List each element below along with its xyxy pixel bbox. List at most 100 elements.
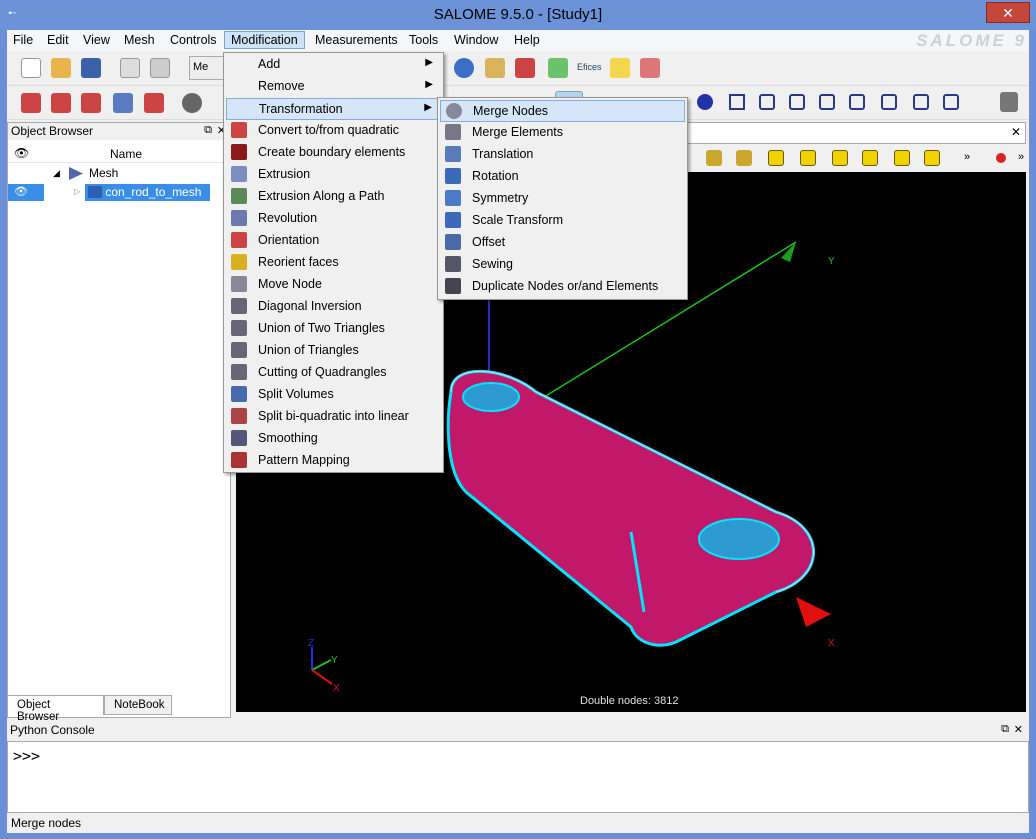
hexahedron-icon[interactable] [881, 94, 897, 110]
duplicate-nodes-icon [445, 278, 461, 294]
mesh-tool-icon[interactable] [515, 58, 535, 78]
menu-tools[interactable]: Tools [403, 32, 444, 50]
toolbar-main: Me Efices [7, 52, 1029, 86]
add-face-icon[interactable] [81, 93, 101, 113]
tab-object-browser[interactable]: Object Browser [7, 695, 104, 723]
menu-help[interactable]: Help [508, 32, 546, 50]
offset-icon [445, 234, 461, 250]
name-column-header[interactable]: Name [110, 147, 142, 161]
menu-measurements[interactable]: Measurements [309, 32, 404, 50]
view-left-icon[interactable] [894, 150, 910, 166]
menu-item-orientation[interactable]: Orientation [226, 230, 441, 252]
menu-item-transformation[interactable]: Transformation ▶ [226, 98, 441, 120]
menu-file[interactable]: File [7, 32, 39, 50]
pattern-mapping-icon [231, 452, 247, 468]
tree-item-mesh[interactable]: Mesh [89, 166, 118, 180]
triangle-icon[interactable] [759, 94, 775, 110]
menu-item-merge-elements[interactable]: Merge Elements [440, 122, 685, 144]
view-right-icon[interactable] [924, 150, 940, 166]
view-top-icon[interactable] [832, 150, 848, 166]
menu-item-revolution[interactable]: Revolution [226, 208, 441, 230]
view-reset-icon[interactable] [736, 150, 752, 166]
more-tools-icon[interactable]: » [964, 151, 970, 163]
polygon-icon[interactable] [819, 94, 835, 110]
close-button[interactable]: ✕ [986, 2, 1030, 23]
open-folder-icon[interactable] [51, 58, 71, 78]
new-document-icon[interactable] [21, 58, 41, 78]
menu-mesh[interactable]: Mesh [118, 32, 161, 50]
more-tools-2-icon[interactable]: » [1018, 151, 1024, 163]
menu-item-scale-transform[interactable]: Scale Transform [440, 210, 685, 232]
menu-edit[interactable]: Edit [41, 32, 75, 50]
menu-window[interactable]: Window [448, 32, 504, 50]
menu-item-add[interactable]: Add ▶ [226, 54, 441, 76]
menu-item-diagonal-inversion[interactable]: Diagonal Inversion [226, 296, 441, 318]
view-bottom-icon[interactable] [862, 150, 878, 166]
undock-console-icon[interactable]: ⧉ [1001, 723, 1009, 736]
quadrangle-icon[interactable] [789, 94, 805, 110]
undock-icon[interactable]: ⧉ [204, 124, 212, 137]
expand-arrow-icon[interactable]: ◢ [53, 168, 60, 179]
module-selector[interactable]: Me [189, 56, 225, 80]
add-volume-icon[interactable] [113, 93, 133, 113]
close-viewer-icon[interactable]: ✕ [1011, 125, 1021, 139]
menu-item-split-biquadratic[interactable]: Split bi-quadratic into linear [226, 406, 441, 428]
menu-item-rotation[interactable]: Rotation [440, 166, 685, 188]
submenu-arrow-icon: ▶ [424, 102, 432, 113]
visibility-toggle[interactable]: 👁 [8, 184, 44, 201]
collapse-arrow-icon[interactable]: ▷ [74, 187, 80, 196]
menu-item-extrusion[interactable]: Extrusion [226, 164, 441, 186]
menu-item-symmetry[interactable]: Symmetry [440, 188, 685, 210]
line-icon[interactable] [729, 94, 745, 110]
prism-icon[interactable] [913, 94, 929, 110]
menu-item-split-volumes[interactable]: Split Volumes [226, 384, 441, 406]
menu-modification[interactable]: Modification [224, 31, 305, 49]
title-bar: ➸ SALOME 9.5.0 - [Study1] ✕ [0, 0, 1036, 30]
menu-item-convert-quadratic[interactable]: Convert to/from quadratic [226, 120, 441, 142]
menu-item-smoothing[interactable]: Smoothing [226, 428, 441, 450]
mesh-info-icon[interactable]: Efices [577, 62, 602, 72]
add-edge-icon[interactable] [51, 93, 71, 113]
remove-icon[interactable] [144, 93, 164, 113]
controls-icon[interactable] [610, 58, 630, 78]
gear-icon[interactable] [182, 93, 202, 113]
add-node-icon[interactable] [21, 93, 41, 113]
menu-item-duplicate-nodes[interactable]: Duplicate Nodes or/and Elements [440, 276, 685, 298]
cube-icon[interactable] [548, 58, 568, 78]
menu-item-merge-nodes[interactable]: Merge Nodes [440, 100, 685, 122]
polyhedron-icon[interactable] [1000, 92, 1018, 112]
save-icon[interactable] [81, 58, 101, 78]
menu-item-cutting-quadrangles[interactable]: Cutting of Quadrangles [226, 362, 441, 384]
tab-notebook[interactable]: NoteBook [104, 695, 172, 715]
menu-controls[interactable]: Controls [164, 32, 223, 50]
copy-icon[interactable] [120, 58, 140, 78]
menu-item-remove[interactable]: Remove ▶ [226, 76, 441, 98]
merge-elements-icon [445, 124, 461, 140]
menu-item-create-boundary[interactable]: Create boundary elements [226, 142, 441, 164]
menu-item-pattern-mapping[interactable]: Pattern Mapping [226, 450, 441, 472]
menu-item-translation[interactable]: Translation [440, 144, 685, 166]
record-icon[interactable] [996, 153, 1006, 163]
menu-item-reorient-faces[interactable]: Reorient faces [226, 252, 441, 274]
menu-item-union-two-triangles[interactable]: Union of Two Triangles [226, 318, 441, 340]
menu-item-sewing[interactable]: Sewing [440, 254, 685, 276]
menu-item-offset[interactable]: Offset [440, 232, 685, 254]
notebook-icon[interactable] [485, 58, 505, 78]
python-console-input[interactable]: >>> [7, 741, 1029, 813]
measure-icon[interactable] [640, 58, 660, 78]
menu-item-extrusion-path[interactable]: Extrusion Along a Path [226, 186, 441, 208]
menu-item-move-node[interactable]: Move Node [226, 274, 441, 296]
paste-icon[interactable] [150, 58, 170, 78]
view-rotate-icon[interactable] [706, 150, 722, 166]
menu-view[interactable]: View [77, 32, 116, 50]
tree-item-selected[interactable]: con_rod_to_mesh [85, 184, 210, 201]
menu-item-union-triangles[interactable]: Union of Triangles [226, 340, 441, 362]
close-console-icon[interactable]: ✕ [1014, 723, 1023, 736]
view-back-icon[interactable] [800, 150, 816, 166]
globe-icon[interactable] [454, 58, 474, 78]
tetrahedron-icon[interactable] [849, 94, 865, 110]
pyramid-icon[interactable] [943, 94, 959, 110]
union-triangles-icon [231, 342, 247, 358]
sphere-icon[interactable] [697, 94, 713, 110]
view-front-icon[interactable] [768, 150, 784, 166]
